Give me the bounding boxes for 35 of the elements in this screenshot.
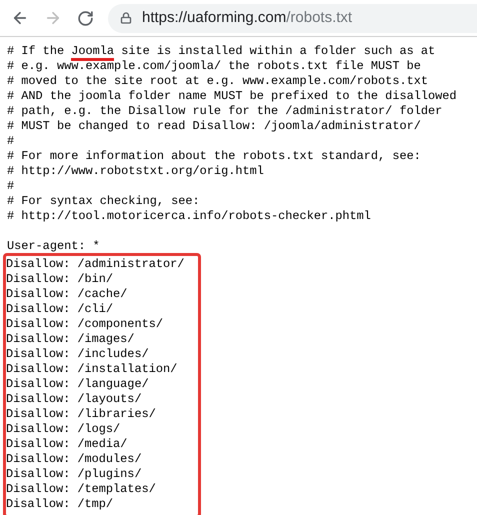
disallow-line: Disallow: /plugins/ — [6, 467, 142, 482]
user-agent-line: User-agent: * — [7, 239, 100, 254]
disallow-line: Disallow: /templates/ — [6, 482, 156, 497]
disallow-line: Disallow: /images/ — [6, 332, 134, 347]
comment-line: # AND the joomla folder name MUST be prefixed to the disallowed — [7, 89, 457, 104]
back-icon[interactable] — [11, 9, 29, 27]
comment-line: # — [7, 134, 14, 149]
reload-icon[interactable] — [77, 10, 94, 26]
disallow-line: Disallow: /administrator/ — [6, 257, 184, 272]
disallow-line: Disallow: /cli/ — [6, 302, 114, 317]
disallow-line: Disallow: /language/ — [6, 377, 149, 392]
disallow-line: Disallow: /tmp/ — [6, 497, 114, 512]
comment-line: # — [7, 179, 14, 194]
disallow-line: Disallow: /bin/ — [6, 272, 114, 287]
comment-line: # For syntax checking, see: — [7, 194, 200, 209]
comment-line: # http://www.robotstxt.org/orig.html — [7, 164, 264, 179]
disallow-line: Disallow: /includes/ — [6, 347, 149, 362]
disallow-line: Disallow: /logs/ — [6, 422, 120, 437]
comment-line: # For more information about the robots.txt standard, see: — [7, 149, 421, 164]
address-bar[interactable]: https://uaforming.com/robots.txt — [108, 4, 477, 32]
url-text: https://uaforming.com/robots.txt — [142, 8, 352, 28]
disallow-line: Disallow: /installation/ — [6, 362, 178, 377]
lock-icon — [120, 12, 132, 24]
disallow-line: Disallow: /libraries/ — [6, 407, 156, 422]
disallow-line: Disallow: /modules/ — [6, 452, 142, 467]
comment-line: # moved to the site root at e.g. www.example.com/robots.txt — [7, 74, 428, 89]
disallow-line: Disallow: /media/ — [6, 437, 128, 452]
comment-line: # http://tool.motoricerca.info/robots-checker.phtml — [7, 209, 371, 224]
comment-line: # path, e.g. the Disallow rule for the /administrator/ folder — [7, 104, 442, 119]
disallow-line: Disallow: /cache/ — [6, 287, 128, 302]
comment-line: # e.g. www.example.com/joomla/ the robots.txt file MUST be — [7, 59, 421, 74]
comment-line: # MUST be changed to read Disallow: /joomla/administrator/ — [7, 119, 421, 134]
disallow-line: Disallow: /components/ — [6, 317, 163, 332]
disallow-line: Disallow: /layouts/ — [6, 392, 142, 407]
comment-line: # If the Joomla site is installed within a folder such as at — [7, 44, 436, 59]
